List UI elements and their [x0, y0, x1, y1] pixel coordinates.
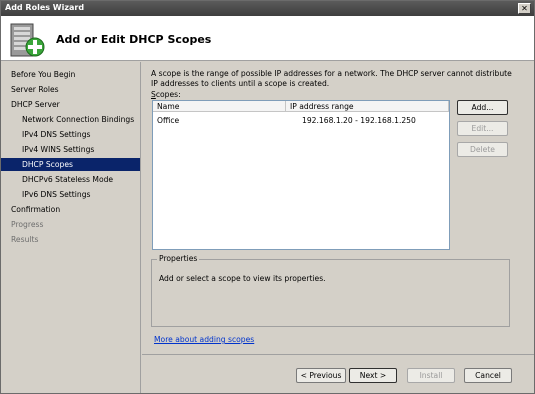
step-dhcpv6-stateless-mode[interactable]: DHCPv6 Stateless Mode — [22, 173, 140, 186]
scope-name-cell: Office — [157, 116, 180, 125]
step-ipv6-dns-settings[interactable]: IPv6 DNS Settings — [22, 188, 140, 201]
next-button[interactable]: Next > — [349, 368, 397, 383]
step-before-you-begin[interactable]: Before You Begin — [11, 68, 140, 81]
step-dhcp-scopes[interactable]: DHCP Scopes — [1, 158, 140, 171]
step-network-connection-bindings[interactable]: Network Connection Bindings — [22, 113, 140, 126]
step-ipv4-wins-settings[interactable]: IPv4 WINS Settings — [22, 143, 140, 156]
step-progress: Progress — [11, 220, 44, 229]
properties-text: Add or select a scope to view its proper… — [159, 274, 326, 283]
step-server-roles[interactable]: Server Roles — [11, 83, 140, 96]
column-header-ip-range[interactable]: IP address range — [286, 101, 449, 112]
scope-range-cell: 192.168.1.20 - 192.168.1.250 — [302, 116, 416, 125]
properties-group: Properties Add or select a scope to view… — [151, 254, 510, 327]
step-ipv4-dns-settings[interactable]: IPv4 DNS Settings — [22, 128, 140, 141]
delete-button[interactable]: Delete — [457, 142, 508, 157]
table-row[interactable]: Office 192.168.1.20 - 192.168.1.250 — [153, 115, 449, 127]
more-about-scopes-link[interactable]: More about adding scopes — [154, 335, 254, 344]
title-bar[interactable]: Add Roles Wizard ✕ — [1, 1, 534, 16]
wizard-header: Add or Edit DHCP Scopes — [1, 16, 534, 61]
properties-legend: Properties — [157, 254, 200, 263]
close-button[interactable]: ✕ — [518, 3, 531, 14]
scope-description: A scope is the range of possible IP addr… — [151, 69, 512, 88]
previous-button[interactable]: < Previous — [296, 368, 346, 383]
wizard-steps-sidebar: Before You Begin Server Roles DHCP Serve… — [1, 62, 141, 393]
scopes-label-rest: copes: — [155, 90, 181, 99]
step-results: Results — [11, 235, 39, 244]
cancel-button[interactable]: Cancel — [464, 368, 512, 383]
scopes-list[interactable]: Name IP address range Office 192.168.1.2… — [152, 100, 450, 250]
install-button[interactable]: Install — [407, 368, 455, 383]
add-button[interactable]: Add... — [457, 100, 508, 115]
wizard-window: Add Roles Wizard ✕ Add or Edit DHCP Scop… — [0, 0, 535, 394]
footer-divider — [142, 354, 534, 355]
column-header-name[interactable]: Name — [153, 101, 286, 112]
main-content: A scope is the range of possible IP addr… — [142, 62, 534, 393]
window-title: Add Roles Wizard — [5, 3, 85, 12]
step-dhcp-server[interactable]: DHCP Server — [11, 98, 140, 111]
list-header: Name IP address range — [153, 101, 449, 112]
page-title: Add or Edit DHCP Scopes — [56, 33, 212, 46]
step-confirmation[interactable]: Confirmation — [11, 203, 140, 216]
scopes-label: Scopes: — [151, 90, 181, 99]
edit-button[interactable]: Edit... — [457, 121, 508, 136]
server-add-icon — [10, 23, 45, 57]
close-icon: ✕ — [521, 4, 528, 13]
